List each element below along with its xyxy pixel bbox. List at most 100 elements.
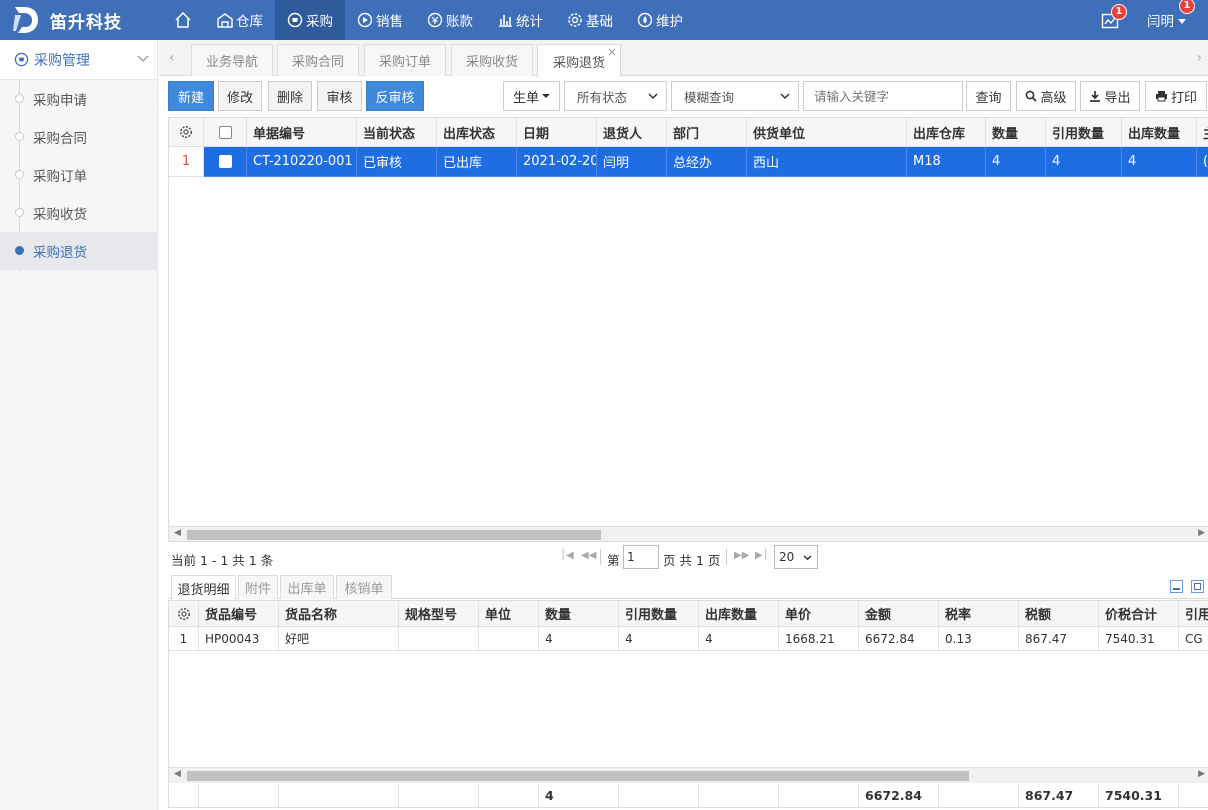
scrollbar-thumb[interactable] (187, 771, 969, 781)
column-header[interactable]: 单据编号 (247, 118, 357, 147)
column-header[interactable]: 主 (1197, 118, 1208, 147)
detail-row[interactable]: 1 HP00043 好吧 4 4 4 1668.21 6672.84 0.13 … (169, 627, 1208, 651)
bullet-dot (15, 170, 24, 179)
detail-column-header[interactable]: 货品名称 (279, 601, 399, 627)
chevron-down-icon (1178, 18, 1186, 24)
column-header[interactable]: 引用数量 (1046, 118, 1122, 147)
tab-business-nav[interactable]: 业务导航 (191, 44, 273, 76)
column-header[interactable]: 出库仓库 (907, 118, 986, 147)
audit-button[interactable]: 审核 (317, 81, 362, 111)
first-page-icon[interactable]: │◀ (560, 550, 574, 561)
row-checkbox[interactable] (218, 155, 232, 168)
nav-home[interactable] (164, 0, 205, 40)
export-button[interactable]: 导出 (1080, 81, 1140, 111)
column-settings[interactable] (169, 118, 204, 147)
keyword-input[interactable] (803, 81, 963, 111)
delete-button[interactable]: 删除 (268, 81, 312, 111)
tab-purchase-order[interactable]: 采购订单 (364, 44, 446, 76)
date: 2021-02-20 (517, 147, 597, 177)
next-page-icon[interactable]: ▶▶ (734, 550, 749, 561)
notification-button[interactable]: 1 (1101, 4, 1127, 30)
scroll-right-arrow[interactable]: ▶ (1198, 528, 1205, 538)
nav-accounts[interactable]: 账款 (415, 0, 485, 40)
user-menu[interactable]: 闫明 1 (1147, 0, 1195, 30)
advanced-search-button[interactable]: 高级 (1016, 81, 1076, 111)
search-button[interactable]: 查询 (966, 81, 1011, 111)
horizontal-scrollbar[interactable]: ◀ ▶ (169, 526, 1208, 541)
column-header[interactable]: 出库数量 (1122, 118, 1197, 147)
detail-column-header[interactable]: 金额 (859, 601, 939, 627)
warehouse-icon (217, 13, 233, 28)
page-number-input[interactable] (623, 545, 659, 569)
column-header[interactable]: 退货人 (597, 118, 667, 147)
scroll-left-arrow[interactable]: ◀ (174, 528, 181, 538)
detail-column-header[interactable]: 单价 (779, 601, 859, 627)
minimize-icon[interactable] (1170, 580, 1183, 593)
status-filter-select[interactable]: 所有状态 (564, 81, 667, 111)
detail-column-header[interactable]: 规格型号 (399, 601, 479, 627)
select-all-checkbox-cell[interactable] (204, 118, 247, 147)
order-number[interactable]: CT-210220-001 (247, 147, 357, 177)
nav-stats[interactable]: 统计 (485, 0, 555, 40)
edit-button[interactable]: 修改 (218, 81, 262, 111)
select-all-checkbox[interactable] (218, 125, 232, 139)
close-icon[interactable]: × (607, 45, 617, 59)
column-header[interactable]: 部门 (667, 118, 747, 147)
sidebar-item-purchase-return[interactable]: 采购退货 (0, 232, 157, 270)
detail-horizontal-scrollbar[interactable]: ◀ ▶ (169, 767, 1208, 783)
maximize-icon[interactable] (1191, 580, 1204, 593)
detail-column-settings[interactable] (169, 601, 199, 627)
gear-icon (568, 13, 582, 27)
tab-writeoff-orders[interactable]: 核销单 (336, 575, 392, 599)
generate-dropdown[interactable]: 生单 (503, 81, 560, 111)
detail-header-row: 货品编号 货品名称 规格型号 单位 数量 引用数量 出库数量 单价 金额 税率 … (169, 601, 1208, 627)
grid-header-row: 单据编号 当前状态 出库状态 日期 退货人 部门 供货单位 出库仓库 数量 引用… (169, 118, 1208, 147)
column-header[interactable]: 数量 (986, 118, 1046, 147)
sidebar-item-purchase-request[interactable]: 采购申请 (0, 80, 157, 118)
detail-column-header[interactable]: 单位 (479, 601, 539, 627)
tab-scroll-left[interactable]: ‹ (169, 50, 175, 66)
detail-column-header[interactable]: 价税合计 (1099, 601, 1179, 627)
tab-purchase-contract[interactable]: 采购合同 (277, 44, 359, 76)
tab-return-details[interactable]: 退货明细 (171, 575, 236, 600)
nav-base[interactable]: 基础 (555, 0, 625, 40)
detail-column-header[interactable]: 出库数量 (699, 601, 779, 627)
scroll-left-arrow[interactable]: ◀ (174, 769, 181, 779)
scrollbar-thumb[interactable] (187, 530, 601, 540)
table-row[interactable]: 1 CT-210220-001 已审核 已出库 2021-02-20 闫明 总经… (169, 147, 1208, 177)
last-page-icon[interactable]: ▶│ (755, 550, 769, 561)
detail-column-header[interactable]: 税额 (1019, 601, 1099, 627)
sidebar-item-purchase-order[interactable]: 采购订单 (0, 156, 157, 194)
column-header[interactable]: 供货单位 (747, 118, 907, 147)
column-header[interactable]: 当前状态 (357, 118, 437, 147)
nav-warehouse[interactable]: 仓库 (205, 0, 275, 40)
nav-sales[interactable]: 销售 (345, 0, 415, 40)
prev-page-icon[interactable]: ◀◀ (581, 550, 596, 561)
tab-purchase-return[interactable]: 采购退货 × (537, 44, 621, 77)
new-button[interactable]: 新建 (168, 81, 214, 111)
tab-purchase-receipt[interactable]: 采购收货 (451, 44, 533, 76)
detail-column-header[interactable]: 引用数量 (619, 601, 699, 627)
detail-column-header[interactable]: 货品编号 (199, 601, 279, 627)
row-checkbox-cell[interactable] (204, 147, 247, 177)
nav-purchase[interactable]: 采购 (275, 0, 345, 40)
print-button[interactable]: 打印 (1145, 81, 1207, 111)
sidebar-item-purchase-contract[interactable]: 采购合同 (0, 118, 157, 156)
detail-column-header[interactable]: 引用 (1179, 601, 1208, 627)
tab-scroll-right[interactable]: › (1196, 50, 1202, 66)
column-header[interactable]: 日期 (517, 118, 597, 147)
sidebar-section-purchase[interactable]: 采购管理 (0, 40, 157, 80)
sidebar-item-purchase-receipt[interactable]: 采购收货 (0, 194, 157, 232)
page-size-select[interactable]: 20 (774, 545, 818, 569)
tab-attachments[interactable]: 附件 (238, 575, 278, 599)
unaudit-button[interactable]: 反审核 (366, 81, 424, 111)
brand-logo[interactable]: 笛升科技 (12, 4, 122, 36)
detail-column-header[interactable]: 税率 (939, 601, 1019, 627)
detail-column-header[interactable]: 数量 (539, 601, 619, 627)
column-header[interactable]: 出库状态 (437, 118, 517, 147)
query-mode-select[interactable]: 模糊查询 (671, 81, 799, 111)
detail-totals-row: 4 6672.84 867.47 7540.31 (169, 784, 1208, 807)
scroll-right-arrow[interactable]: ▶ (1198, 769, 1205, 779)
nav-maintenance[interactable]: 维护 (625, 0, 695, 40)
tab-outbound-orders[interactable]: 出库单 (280, 575, 334, 599)
